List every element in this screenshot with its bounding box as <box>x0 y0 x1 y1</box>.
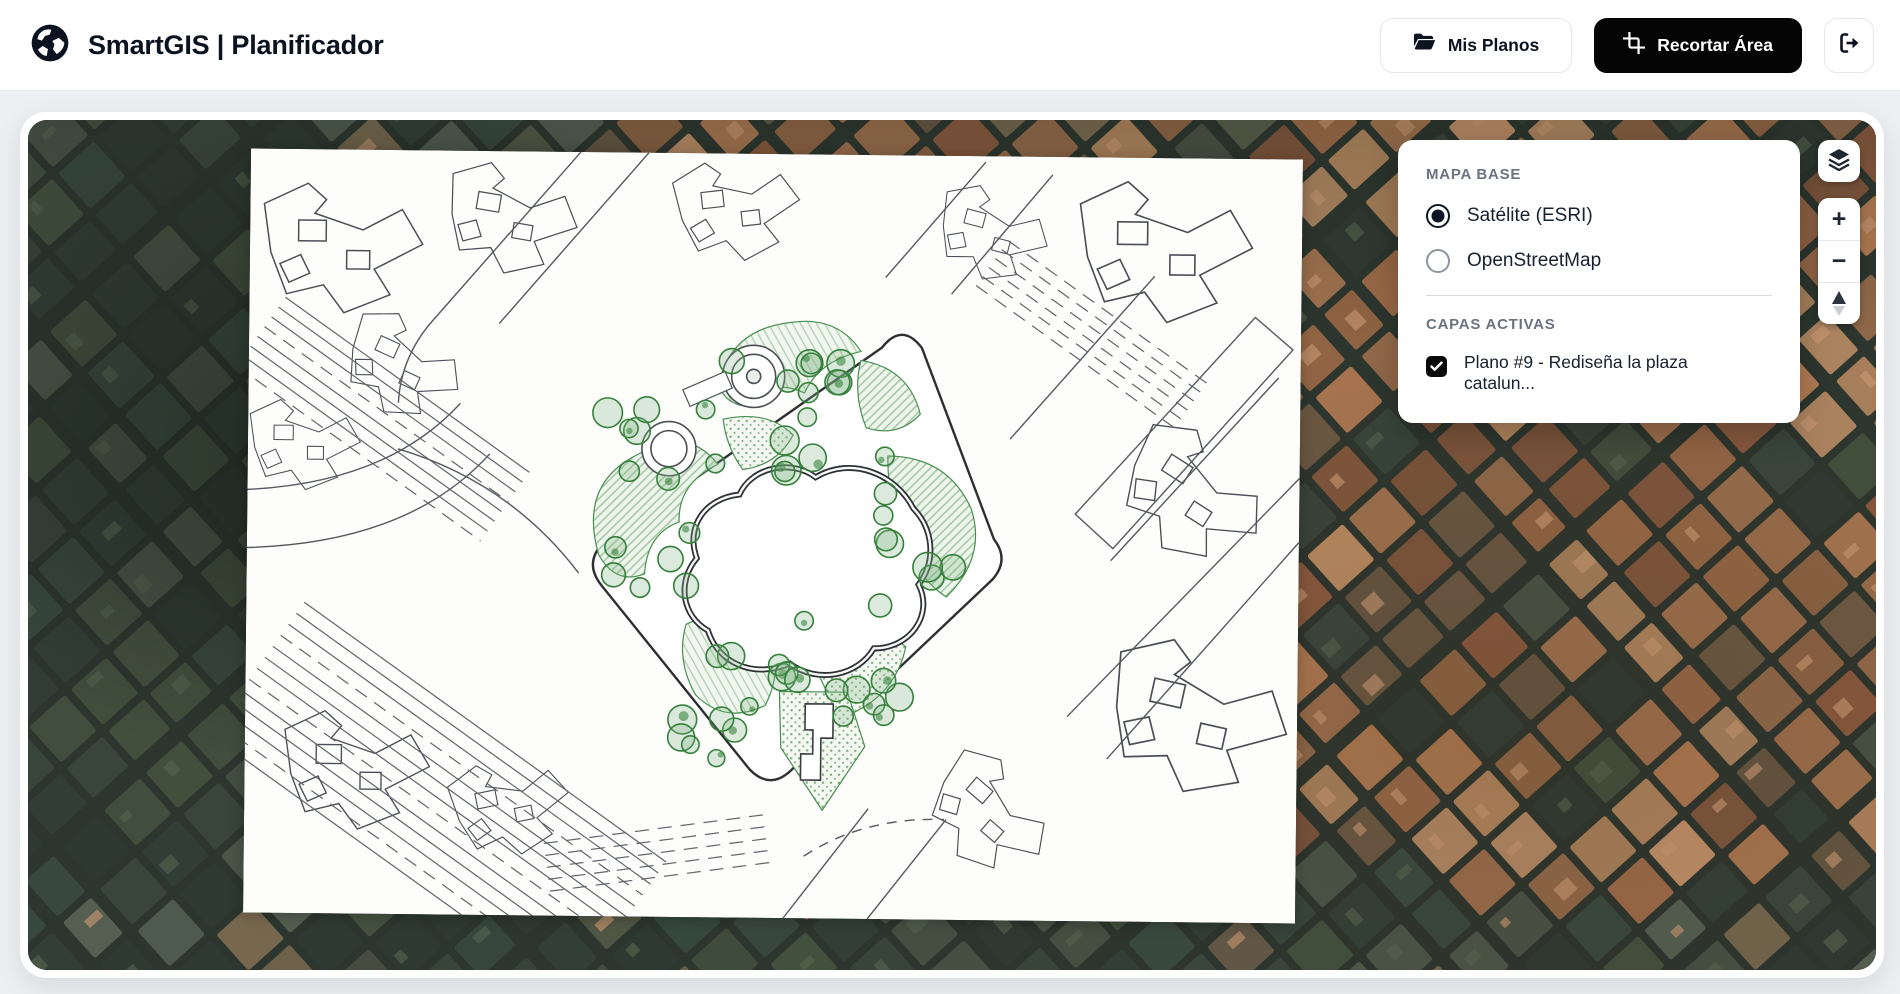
folder-icon <box>1413 33 1436 58</box>
active-layers-title: CAPAS ACTIVAS <box>1426 316 1772 333</box>
layer-checkbox[interactable] <box>1426 356 1447 377</box>
crop-area-label: Recortar Área <box>1657 35 1773 56</box>
layer-label: Plano #9 - Rediseña la plaza catalun... <box>1464 352 1716 395</box>
radio-openstreetmap[interactable] <box>1426 249 1450 273</box>
basemap-option-label: Satélite (ESRI) <box>1467 205 1593 227</box>
map-card: MAPA BASE Satélite (ESRI) OpenStreetMap … <box>20 112 1884 978</box>
pitch-toggle-button[interactable] <box>1818 282 1860 324</box>
zoom-in-button[interactable]: + <box>1818 198 1860 240</box>
crop-icon <box>1623 32 1645 59</box>
header-actions: Mis Planos Recortar Área <box>1380 18 1874 73</box>
panel-divider <box>1426 295 1772 296</box>
app-header: SmartGIS | Planificador Mis Planos Recor… <box>0 0 1900 91</box>
zoom-control: + − <box>1818 198 1860 324</box>
brand: SmartGIS | Planificador <box>30 23 384 68</box>
layers-toggle-button[interactable] <box>1818 140 1860 182</box>
page-title: SmartGIS | Planificador <box>88 30 384 61</box>
layer-item-plano-9[interactable]: Plano #9 - Rediseña la plaza catalun... <box>1426 352 1772 395</box>
my-plans-label: Mis Planos <box>1448 35 1539 56</box>
logout-button[interactable] <box>1824 18 1874 73</box>
plan-overlay-image <box>243 149 1303 924</box>
check-icon <box>1429 359 1444 374</box>
log-out-icon <box>1837 31 1861 60</box>
layers-panel: MAPA BASE Satélite (ESRI) OpenStreetMap … <box>1398 140 1800 423</box>
globe-icon <box>30 23 70 68</box>
map-canvas[interactable]: MAPA BASE Satélite (ESRI) OpenStreetMap … <box>28 120 1876 970</box>
my-plans-button[interactable]: Mis Planos <box>1380 18 1572 73</box>
zoom-out-button[interactable]: − <box>1818 240 1860 282</box>
basemap-option-satellite[interactable]: Satélite (ESRI) <box>1426 204 1772 228</box>
up-down-arrows-icon <box>1831 291 1847 316</box>
base-map-title: MAPA BASE <box>1426 166 1772 183</box>
radio-satellite[interactable] <box>1426 204 1450 228</box>
crop-area-button[interactable]: Recortar Área <box>1594 18 1802 73</box>
layers-icon <box>1827 147 1851 176</box>
basemap-option-label: OpenStreetMap <box>1467 250 1601 272</box>
basemap-option-osm[interactable]: OpenStreetMap <box>1426 249 1772 273</box>
